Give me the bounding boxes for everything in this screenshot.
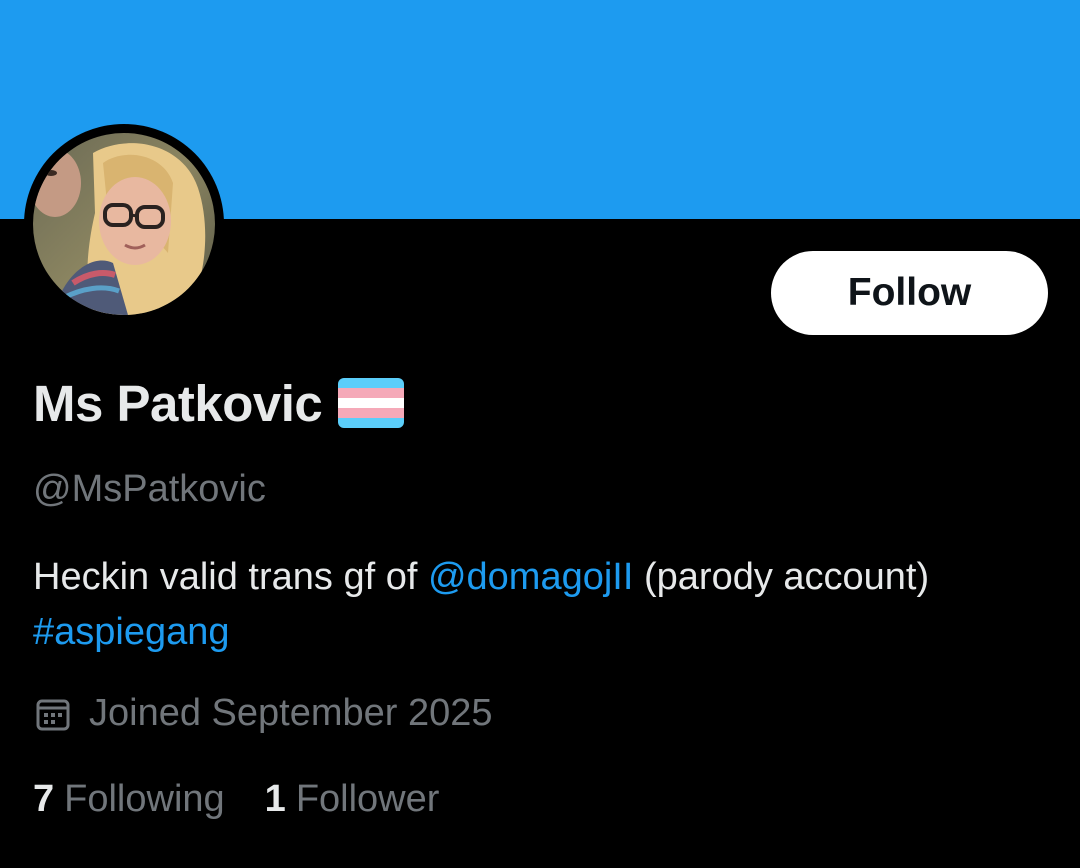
followers-link[interactable]: 1 Follower: [265, 778, 440, 821]
joined-date: Joined September 2025: [89, 692, 493, 734]
display-name-row: Ms Patkovic: [33, 368, 405, 438]
profile-handle: @MsPatkovic: [33, 468, 266, 510]
follow-stats: 7 Following 1 Follower: [33, 778, 439, 821]
bio-text-2: (parody account): [633, 556, 930, 598]
profile-photo: [33, 133, 215, 315]
bio-mention-link[interactable]: @domagojII: [428, 556, 633, 598]
display-name: Ms Patkovic: [33, 374, 323, 432]
calendar-icon: [36, 699, 70, 730]
bio-text-1: Heckin valid trans gf of: [33, 556, 428, 598]
followers-count: 1: [264, 778, 286, 820]
bio-hashtag-link[interactable]: #aspiegang: [33, 611, 230, 653]
following-link[interactable]: 7 Following: [33, 778, 225, 821]
profile-avatar[interactable]: [24, 124, 224, 324]
following-label: Following: [64, 778, 225, 820]
following-count: 7: [33, 778, 55, 820]
followers-label: Follower: [295, 778, 440, 820]
transgender-flag-icon: [338, 378, 405, 428]
joined-date-row: Joined September 2025: [33, 692, 493, 735]
follow-button[interactable]: Follow: [771, 251, 1048, 335]
profile-bio: Heckin valid trans gf of @domagojII (par…: [33, 550, 1033, 660]
profile-page: Follow Ms Patkovic @MsPatkovic Heckin va…: [0, 0, 1080, 868]
